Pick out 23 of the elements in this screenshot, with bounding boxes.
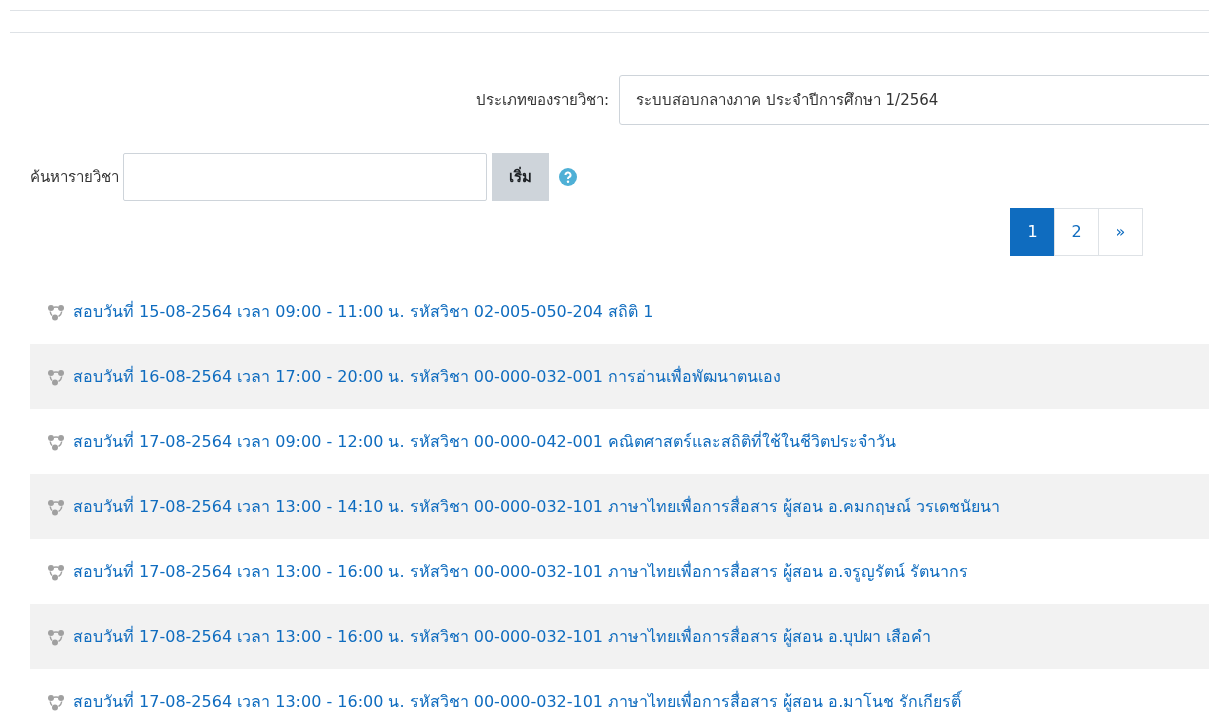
course-icon [47, 692, 65, 711]
course-link[interactable]: สอบวันที่ 17-08-2564 เวลา 13:00 - 14:10 น. รหัสวิชา 00-000-032-101 ภาษาไทยเพื่อการสื่อสาร ผู้สอน อ.คมกฤษณ์ วรเดชนัยนา [73, 494, 1001, 519]
course-icon [47, 627, 65, 646]
course-link[interactable]: สอบวันที่ 17-08-2564 เวลา 13:00 - 16:00 น. รหัสวิชา 00-000-032-101 ภาษาไทยเพื่อการสื่อสาร ผู้สอน อ.บุปผา เสือคำ [73, 624, 932, 649]
page-link[interactable]: » [1098, 208, 1143, 256]
category-select[interactable]: ระบบสอบกลางภาค ประจำปีการศึกษา 1/2564 [619, 75, 1209, 125]
help-icon[interactable] [559, 168, 577, 186]
course-icon [47, 367, 65, 386]
course-icon [47, 497, 65, 516]
course-link[interactable]: สอบวันที่ 17-08-2564 เวลา 09:00 - 12:00 น. รหัสวิชา 00-000-042-001 คณิตศาสตร์และสถิติที่ใช้ในชีวิตประจำวัน [73, 429, 897, 454]
course-icon [47, 302, 65, 321]
course-link[interactable]: สอบวันที่ 17-08-2564 เวลา 13:00 - 16:00 น. รหัสวิชา 00-000-032-101 ภาษาไทยเพื่อการสื่อสาร ผู้สอน อ.จรูญรัตน์ รัตนากร [73, 559, 969, 584]
course-icon [47, 432, 65, 451]
course-link[interactable]: สอบวันที่ 15-08-2564 เวลา 09:00 - 11:00 น. รหัสวิชา 02-005-050-204 สถิติ 1 [73, 299, 654, 324]
search-label: ค้นหารายวิชา [30, 166, 119, 188]
page-link[interactable]: 2 [1054, 208, 1099, 256]
course-icon [47, 562, 65, 581]
page-link[interactable]: 1 [1010, 208, 1055, 256]
search-field[interactable] [123, 153, 487, 201]
course-link[interactable]: สอบวันที่ 17-08-2564 เวลา 13:00 - 16:00 น. รหัสวิชา 00-000-032-101 ภาษาไทยเพื่อการสื่อสาร ผู้สอน อ.มาโนช รักเกียรติ์ [73, 689, 962, 714]
search-button[interactable]: เริ่ม [492, 153, 549, 201]
course-link[interactable]: สอบวันที่ 16-08-2564 เวลา 17:00 - 20:00 น. รหัสวิชา 00-000-032-001 การอ่านเพื่อพัฒนาตนเอง [73, 364, 782, 389]
category-label: ประเภทของรายวิชา: [475, 89, 609, 111]
